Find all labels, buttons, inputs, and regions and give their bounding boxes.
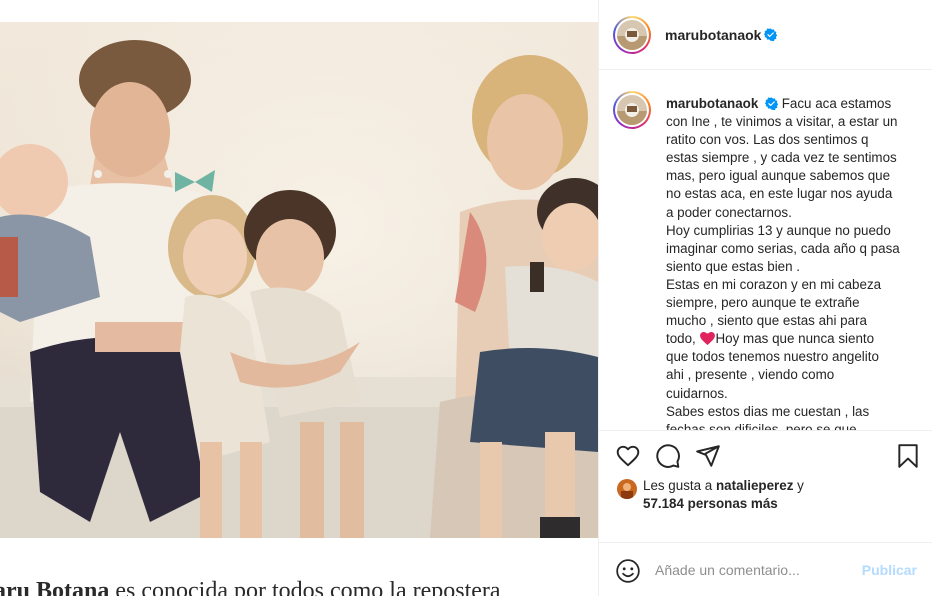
- caption-text-fragment: Hoy mas que nunca siento: [715, 331, 875, 347]
- caption-text-line: ahi , presente , viendo como: [666, 367, 835, 383]
- caption-text-line: siempre, pero aunque te extrañe: [666, 295, 860, 311]
- caption-text-line: a poder conectarnos.: [666, 204, 792, 220]
- caption-line-with-emoji: todo, Hoy mas que nunca siento: [666, 330, 922, 348]
- caption-scroll-area[interactable]: marubotanaok Facu aca estamos con Ine , …: [599, 71, 932, 430]
- avatar-image: [617, 19, 647, 50]
- liker-username[interactable]: natalieperez: [716, 478, 793, 493]
- post-photo-pane: aru Botana es conocida por todos como la…: [0, 0, 598, 596]
- caption-text-line: siento que estas bien .: [666, 258, 800, 274]
- article-caption-text: aru Botana es conocida por todos como la…: [0, 578, 501, 596]
- comment-input[interactable]: [655, 559, 855, 581]
- caption-text: marubotanaok Facu aca estamos con Ine , …: [666, 95, 922, 430]
- caption-avatar-image: [617, 95, 647, 125]
- caption-text-line: ratito con vos. Las dos sentimos q: [666, 132, 869, 148]
- publish-button[interactable]: Publicar: [862, 562, 917, 578]
- likes-text: Les gusta a natalieperez y 57.184 person…: [643, 477, 913, 513]
- caption-text-line: que todos tenemos nuestro angelito: [666, 349, 879, 365]
- verified-badge-icon: [764, 28, 778, 41]
- caption-text-line: imaginar como serias, cada año q pasa: [666, 240, 900, 256]
- comment-bar: Publicar: [599, 544, 932, 596]
- article-bottom-strip: aru Botana es conocida por todos como la…: [0, 538, 598, 596]
- caption-text-line: estas siempre , y cada vez te sentimos: [666, 150, 897, 166]
- caption-text-line: mas, pero igual aunque sabemos que: [666, 168, 891, 184]
- avatar[interactable]: [613, 15, 651, 54]
- article-caption-rest: es conocida por todos como la repostera: [109, 578, 501, 596]
- caption-text-line: Sabes estos dias me cuestan , las: [666, 403, 870, 419]
- article-caption-bold: aru Botana: [0, 578, 110, 596]
- paper-plane-icon[interactable]: [695, 443, 721, 469]
- family-photo-illustration: [0, 22, 598, 538]
- caption-text-line: Facu aca estamos: [781, 96, 892, 111]
- caption-text-line: cuidarnos.: [666, 385, 728, 401]
- caption-text-line: Estas en mi corazon y en mi cabeza: [666, 276, 882, 292]
- caption-text-line: Hoy cumplirias 13 y aunque no puedo: [666, 222, 891, 238]
- caption-text-line: no estas aca, en este lugar nos ayuda: [666, 186, 893, 202]
- comment-bubble-icon[interactable]: [655, 443, 681, 469]
- header-username[interactable]: marubotanaok: [665, 27, 761, 43]
- caption-text-line: fechas son dificiles, pero se que: [666, 421, 857, 430]
- post-sidebar: marubotanaok marubotanaok Facu aca estam…: [598, 0, 932, 596]
- caption-line-1: marubotanaok Facu aca estamos: [666, 95, 922, 113]
- liker-avatar[interactable]: [617, 479, 637, 499]
- caption-text-line: mucho , siento que estas ahi para: [666, 313, 867, 329]
- caption-text-line: con Ine , te vinimos a visitar, a estar …: [666, 114, 898, 130]
- article-top-strip: [0, 0, 598, 22]
- likes-prefix: Les gusta a: [643, 478, 713, 493]
- red-heart-emoji-icon: [699, 332, 715, 346]
- heart-outline-icon[interactable]: [615, 443, 641, 469]
- post-photo[interactable]: [0, 22, 598, 538]
- likes-count[interactable]: 57.184 personas más: [643, 496, 778, 511]
- caption-username[interactable]: marubotanaok: [666, 96, 758, 111]
- caption-text-fragment: todo,: [666, 331, 700, 347]
- post-header: marubotanaok: [599, 0, 932, 70]
- smiley-icon[interactable]: [615, 558, 641, 584]
- post-actions: Les gusta a natalieperez y 57.184 person…: [599, 430, 932, 543]
- caption-avatar[interactable]: [613, 91, 651, 129]
- verified-badge-icon: [765, 97, 778, 110]
- likes-conjunction: y: [797, 478, 804, 493]
- bookmark-icon[interactable]: [895, 443, 921, 469]
